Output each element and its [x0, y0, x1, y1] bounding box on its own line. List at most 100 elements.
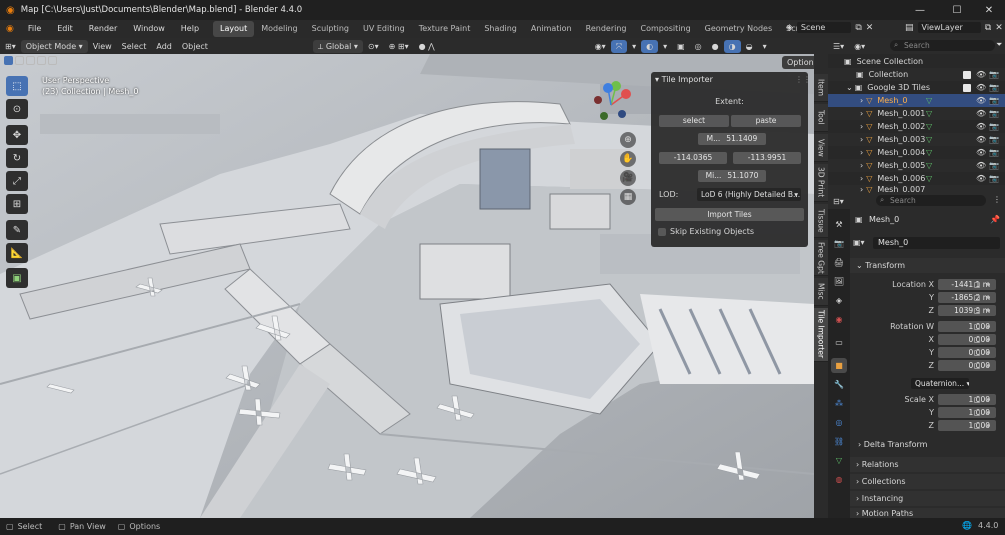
- display-mode-icon[interactable]: ◉▾: [849, 40, 870, 53]
- lock-icon[interactable]: [974, 410, 980, 416]
- rotation-mode-dropdown[interactable]: Quaternion... ▾: [911, 378, 969, 389]
- mesh-data-icon[interactable]: ▽: [926, 174, 932, 183]
- output-tab-icon[interactable]: 🖨: [831, 255, 847, 270]
- visibility-eye-icon[interactable]: 👁: [976, 96, 986, 105]
- tab-tool[interactable]: Tool: [814, 104, 828, 132]
- properties-editor-type-icon[interactable]: ⊟▾: [828, 195, 849, 208]
- overlay-toggle-icon[interactable]: ◐: [641, 39, 659, 53]
- mesh-data-icon[interactable]: ▽: [926, 96, 932, 105]
- tab-item[interactable]: Item: [814, 74, 828, 102]
- constraints-tab-icon[interactable]: ⛓: [831, 434, 847, 449]
- visibility-icon[interactable]: ◉▾: [590, 40, 611, 53]
- outliner-row-scene-collection[interactable]: ▣ Scene Collection: [828, 55, 1005, 68]
- lock-icon[interactable]: [974, 295, 980, 301]
- measure-tool-icon[interactable]: 📐: [6, 243, 28, 263]
- lock-icon[interactable]: [974, 397, 980, 403]
- select-new-icon[interactable]: [4, 56, 13, 65]
- keyframe-dot-icon[interactable]: [987, 411, 990, 414]
- view-layer-tab-icon[interactable]: 🖼: [831, 274, 847, 289]
- keyframe-dot-icon[interactable]: [987, 424, 990, 427]
- max-latitude-field[interactable]: M... 51.1409: [698, 133, 766, 145]
- keyframe-dot-icon[interactable]: [987, 351, 990, 354]
- particles-tab-icon[interactable]: ⁂: [831, 396, 847, 411]
- lock-icon[interactable]: [974, 337, 980, 343]
- render-camera-icon[interactable]: 📷: [989, 148, 999, 157]
- collections-panel-header[interactable]: › Collections: [850, 474, 1005, 489]
- world-tab-icon[interactable]: ◉: [831, 312, 847, 327]
- collection-tab-icon[interactable]: ▭: [831, 335, 847, 350]
- instancing-panel-header[interactable]: › Instancing: [850, 491, 1005, 506]
- render-camera-icon[interactable]: 📷: [989, 174, 999, 183]
- visibility-eye-icon[interactable]: 👁: [976, 122, 986, 131]
- menu-edit[interactable]: Edit: [49, 20, 81, 38]
- tab-compositing[interactable]: Compositing: [634, 21, 698, 37]
- tab-animation[interactable]: Animation: [524, 21, 579, 37]
- menu-add[interactable]: Add: [151, 40, 177, 53]
- exclude-checkbox[interactable]: [963, 70, 971, 79]
- transform-panel-header[interactable]: ⌄ Transform: [850, 258, 1005, 273]
- material-tab-icon[interactable]: ◍: [831, 472, 847, 487]
- outliner-row-mesh[interactable]: › ▽ Mesh_0.001 ▽ 👁 📷: [828, 107, 1005, 120]
- proportional-edit-icon[interactable]: ● ⋀: [414, 40, 440, 53]
- menu-object[interactable]: Object: [177, 40, 213, 53]
- min-latitude-field[interactable]: Mi... 51.1070: [698, 170, 766, 182]
- outliner-row-google-3d-tiles[interactable]: ⌄ ▣ Google 3D Tiles 👁 📷: [828, 81, 1005, 94]
- outliner-row-collection[interactable]: ▣ Collection 👁 📷: [828, 68, 1005, 81]
- mesh-data-icon[interactable]: ▽: [926, 161, 932, 170]
- keyframe-dot-icon[interactable]: [987, 364, 990, 367]
- motion-paths-panel-header[interactable]: › Motion Paths: [850, 508, 1005, 518]
- select-extend-icon[interactable]: [15, 56, 24, 65]
- snap-icon[interactable]: ⊕ ⊞▾: [384, 40, 414, 53]
- relations-panel-header[interactable]: › Relations: [850, 457, 1005, 472]
- menu-window[interactable]: Window: [125, 20, 173, 38]
- menu-help[interactable]: Help: [173, 20, 207, 38]
- pan-hand-icon[interactable]: ✋: [620, 151, 636, 167]
- lock-icon[interactable]: [974, 308, 980, 314]
- mesh-data-icon[interactable]: ▽: [926, 109, 932, 118]
- lod-dropdown[interactable]: LoD 6 (Highly Detailed B... ▾: [697, 188, 801, 201]
- new-view-layer-icon[interactable]: ⧉: [985, 23, 991, 33]
- keyframe-dot-icon[interactable]: [987, 338, 990, 341]
- outliner-row-mesh[interactable]: › ▽ Mesh_0.006 ▽ 👁 📷: [828, 172, 1005, 185]
- render-camera-icon[interactable]: 📷: [989, 70, 999, 79]
- select-box-tool-icon[interactable]: ⬚: [6, 76, 28, 96]
- select-subtract-icon[interactable]: [26, 56, 35, 65]
- menu-render[interactable]: Render: [81, 20, 125, 38]
- tab-uv-editing[interactable]: UV Editing: [356, 21, 412, 37]
- import-tiles-button[interactable]: Import Tiles: [655, 208, 804, 221]
- navigation-gizmo[interactable]: [586, 80, 636, 130]
- visibility-eye-icon[interactable]: 👁: [976, 174, 986, 183]
- tab-modeling[interactable]: Modeling: [254, 21, 304, 37]
- max-longitude-field[interactable]: -113.9951: [733, 152, 801, 164]
- outliner-row-mesh-0[interactable]: › ▽ Mesh_0 ▽ 👁 📷: [828, 94, 1005, 107]
- outliner-editor-type-icon[interactable]: ☰▾: [828, 40, 849, 53]
- keyframe-dot-icon[interactable]: [987, 283, 990, 286]
- paste-button[interactable]: paste: [731, 115, 801, 127]
- tab-tissue[interactable]: Tissue: [814, 204, 828, 238]
- delete-view-layer-icon[interactable]: ✕: [995, 23, 1003, 33]
- skip-existing-checkbox[interactable]: [658, 228, 666, 236]
- tab-shading[interactable]: Shading: [477, 21, 524, 37]
- move-tool-icon[interactable]: ✥: [6, 125, 28, 145]
- pivot-icon[interactable]: ⊙▾: [363, 40, 384, 53]
- lock-icon[interactable]: [974, 282, 980, 288]
- minimize-button[interactable]: —: [903, 0, 937, 20]
- visibility-eye-icon[interactable]: 👁: [976, 70, 986, 79]
- camera-view-icon[interactable]: 🎥: [620, 170, 636, 186]
- visibility-eye-icon[interactable]: 👁: [976, 83, 986, 92]
- xray-toggle-icon[interactable]: ▣: [672, 40, 690, 53]
- tab-rendering[interactable]: Rendering: [579, 21, 634, 37]
- visibility-eye-icon[interactable]: 👁: [976, 161, 986, 170]
- tab-free-gpt[interactable]: Free Gpt: [814, 240, 828, 276]
- tab-misc[interactable]: Misc: [814, 278, 828, 306]
- render-camera-icon[interactable]: 📷: [989, 122, 999, 131]
- keyframe-dot-icon[interactable]: [987, 325, 990, 328]
- lock-icon[interactable]: [974, 324, 980, 330]
- mesh-data-icon[interactable]: ▽: [926, 122, 932, 131]
- view-layer-selector[interactable]: ViewLayer: [917, 22, 981, 33]
- options-button[interactable]: Options ▾: [782, 56, 814, 80]
- lock-icon[interactable]: [974, 423, 980, 429]
- overlay-dropdown-icon[interactable]: ▾: [658, 40, 672, 53]
- outliner-row-mesh[interactable]: › ▽ Mesh_0.007: [828, 185, 1005, 193]
- shading-rendered-icon[interactable]: ◒: [741, 40, 758, 53]
